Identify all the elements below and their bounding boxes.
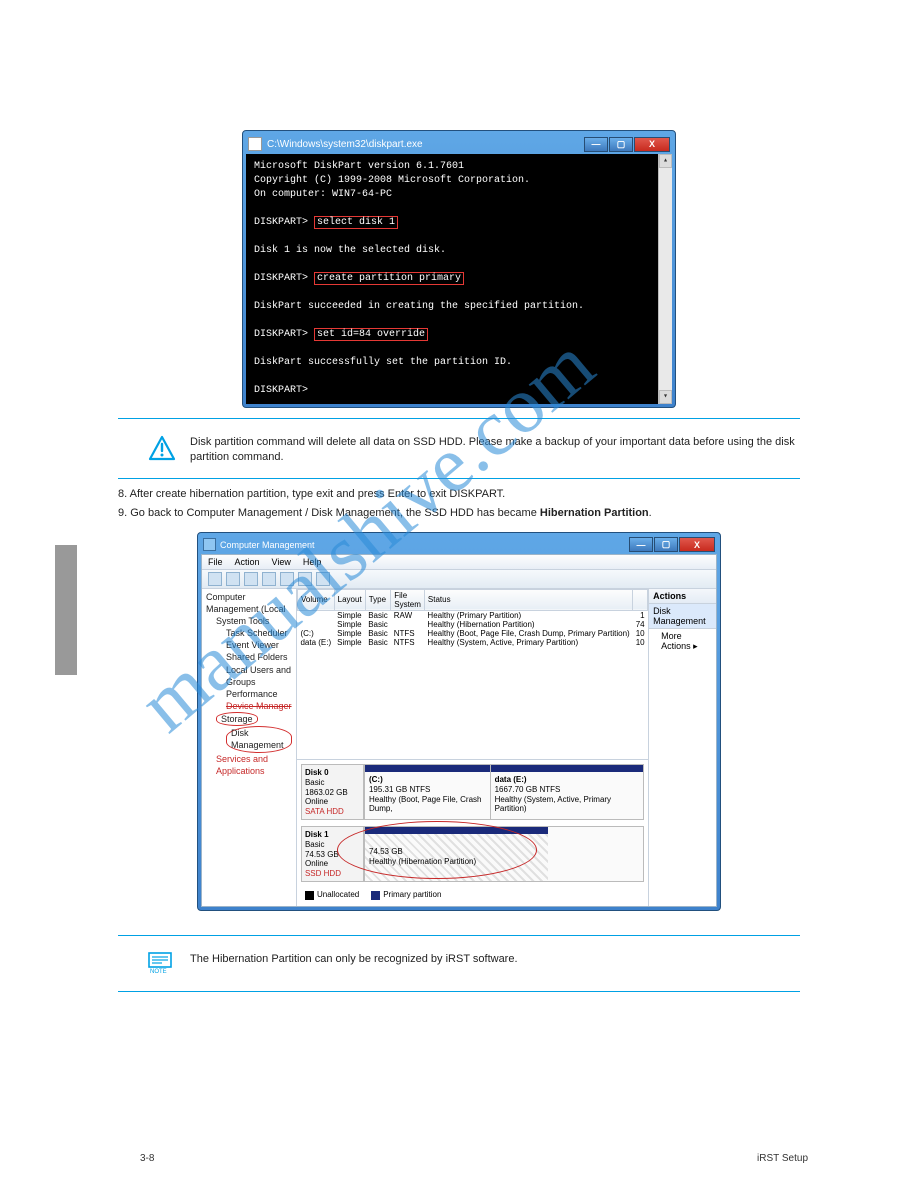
col-layout[interactable]: Layout xyxy=(334,589,365,610)
actions-header: Actions xyxy=(649,589,716,604)
computer-management-window: Computer Management — ▢ X File Action Vi… xyxy=(197,532,721,911)
tree-root[interactable]: Computer Management (Local xyxy=(206,591,292,615)
console-line: DISKPART> create partition primary xyxy=(254,272,664,286)
section-title: iRST Setup xyxy=(757,1153,808,1164)
tree-item-storage[interactable]: Storage xyxy=(216,712,258,726)
menu-file[interactable]: File xyxy=(208,557,223,567)
step-text: 9. Go back to Computer Management / Disk… xyxy=(118,506,800,521)
tree-item[interactable]: Task Scheduler xyxy=(226,627,288,639)
console-scrollbar[interactable]: ▴ ▾ xyxy=(658,154,672,404)
toolbar-back-icon[interactable] xyxy=(208,572,222,586)
table-row[interactable]: data (E:)SimpleBasicNTFSHealthy (System,… xyxy=(297,638,647,647)
window-title: C:\Windows\system32\diskpart.exe xyxy=(267,139,423,150)
diskpart-window: C:\Windows\system32\diskpart.exe — ▢ X M… xyxy=(242,130,676,408)
menu-help[interactable]: Help xyxy=(303,557,322,567)
scrollbar-down-icon[interactable]: ▾ xyxy=(659,390,672,404)
tree-item[interactable]: Shared Folders xyxy=(226,651,288,663)
minimize-button[interactable]: — xyxy=(584,137,608,152)
console-line: DISKPART> set id=84 override xyxy=(254,328,664,342)
maximize-button[interactable]: ▢ xyxy=(609,137,633,152)
console-line: DiskPart succeeded in creating the speci… xyxy=(254,300,664,314)
chevron-right-icon: ▸ xyxy=(693,641,698,651)
window-controls: — ▢ X xyxy=(629,537,715,552)
ssd-hdd-label: SSD HDD xyxy=(305,869,341,878)
minimize-button[interactable]: — xyxy=(629,537,653,552)
console-line: DISKPART> xyxy=(254,384,664,398)
tree-item[interactable]: Services and Applications xyxy=(216,753,292,777)
actions-disk-management[interactable]: Disk Management xyxy=(649,604,716,629)
console-line: Microsoft DiskPart version 6.1.7601 xyxy=(254,160,664,174)
close-button[interactable]: X xyxy=(634,137,670,152)
table-row[interactable]: SimpleBasicHealthy (Hibernation Partitio… xyxy=(297,620,647,629)
toolbar-help-icon[interactable] xyxy=(280,572,294,586)
maximize-button[interactable]: ▢ xyxy=(654,537,678,552)
menubar: File Action View Help xyxy=(202,555,716,570)
cm-title-text: Computer Management xyxy=(220,540,315,550)
tree-item[interactable]: Device Manager xyxy=(226,700,292,712)
page-number: 3-8 xyxy=(140,1153,154,1164)
svg-text:NOTE: NOTE xyxy=(150,969,167,974)
cmd-icon xyxy=(248,137,262,151)
note-text: The Hibernation Partition can only be re… xyxy=(190,952,518,967)
toolbar-option-icon[interactable] xyxy=(298,572,312,586)
col-status[interactable]: Status xyxy=(424,589,632,610)
toolbar xyxy=(202,570,716,589)
menu-view[interactable]: View xyxy=(272,557,291,567)
sata-hdd-label: SATA HDD xyxy=(305,807,344,816)
disk-graphical-view: Disk 0 Basic 1863.02 GB Online SATA HDD … xyxy=(297,759,648,905)
toolbar-refresh-icon[interactable] xyxy=(244,572,258,586)
caution-icon xyxy=(148,435,176,466)
highlighted-cmd: set id=84 override xyxy=(314,328,428,341)
caution-text: Disk partition command will delete all d… xyxy=(190,435,800,465)
toolbar-view-icon[interactable] xyxy=(262,572,276,586)
volume-table[interactable]: Volume Layout Type File System Status Si… xyxy=(297,589,648,647)
table-row[interactable]: SimpleBasicRAWHealthy (Primary Partition… xyxy=(297,610,647,620)
tree-item[interactable]: Performance xyxy=(226,688,278,700)
tree-item[interactable]: Event Viewer xyxy=(226,639,279,651)
close-button[interactable]: X xyxy=(679,537,715,552)
console-line: DiskPart successfully set the partition … xyxy=(254,356,664,370)
note-icon: NOTE xyxy=(148,952,176,979)
tree-item[interactable]: System Tools xyxy=(216,615,269,627)
col-volume[interactable]: Volume xyxy=(297,589,334,610)
table-row[interactable]: (C:)SimpleBasicNTFSHealthy (Boot, Page F… xyxy=(297,629,647,638)
window-controls: — ▢ X xyxy=(584,137,670,152)
tree-item-disk-management[interactable]: Disk Management xyxy=(226,726,292,752)
console-line: Copyright (C) 1999-2008 Microsoft Corpor… xyxy=(254,174,664,188)
toolbar-option-icon[interactable] xyxy=(316,572,330,586)
console-line: On computer: WIN7-64-PC xyxy=(254,188,664,202)
console-line: Disk 1 is now the selected disk. xyxy=(254,244,664,258)
col-type[interactable]: Type xyxy=(365,589,391,610)
side-tab xyxy=(55,545,77,675)
console-line: DISKPART> select disk 1 xyxy=(254,216,664,230)
highlighted-cmd: select disk 1 xyxy=(314,216,398,229)
console-output[interactable]: Microsoft DiskPart version 6.1.7601 Copy… xyxy=(246,154,672,404)
toolbar-forward-icon[interactable] xyxy=(226,572,240,586)
disk-1[interactable]: Disk 1 Basic 74.53 GB Online SSD HDD xyxy=(301,826,644,882)
highlighted-cmd: create partition primary xyxy=(314,272,464,285)
step-text: 8. After create hibernation partition, t… xyxy=(118,487,800,502)
scrollbar-up-icon[interactable]: ▴ xyxy=(659,154,672,168)
actions-pane: Actions Disk Management More Actions ▸ xyxy=(648,589,716,906)
disk-0[interactable]: Disk 0 Basic 1863.02 GB Online SATA HDD … xyxy=(301,764,644,820)
cm-icon xyxy=(203,538,216,551)
nav-tree[interactable]: Computer Management (Local System Tools … xyxy=(202,589,297,906)
menu-action[interactable]: Action xyxy=(235,557,260,567)
actions-more[interactable]: More Actions ▸ xyxy=(649,629,716,654)
tree-item[interactable]: Local Users and Groups xyxy=(226,664,292,688)
disk-legend: Unallocated Primary partition xyxy=(301,888,644,901)
col-fs[interactable]: File System xyxy=(391,589,425,610)
